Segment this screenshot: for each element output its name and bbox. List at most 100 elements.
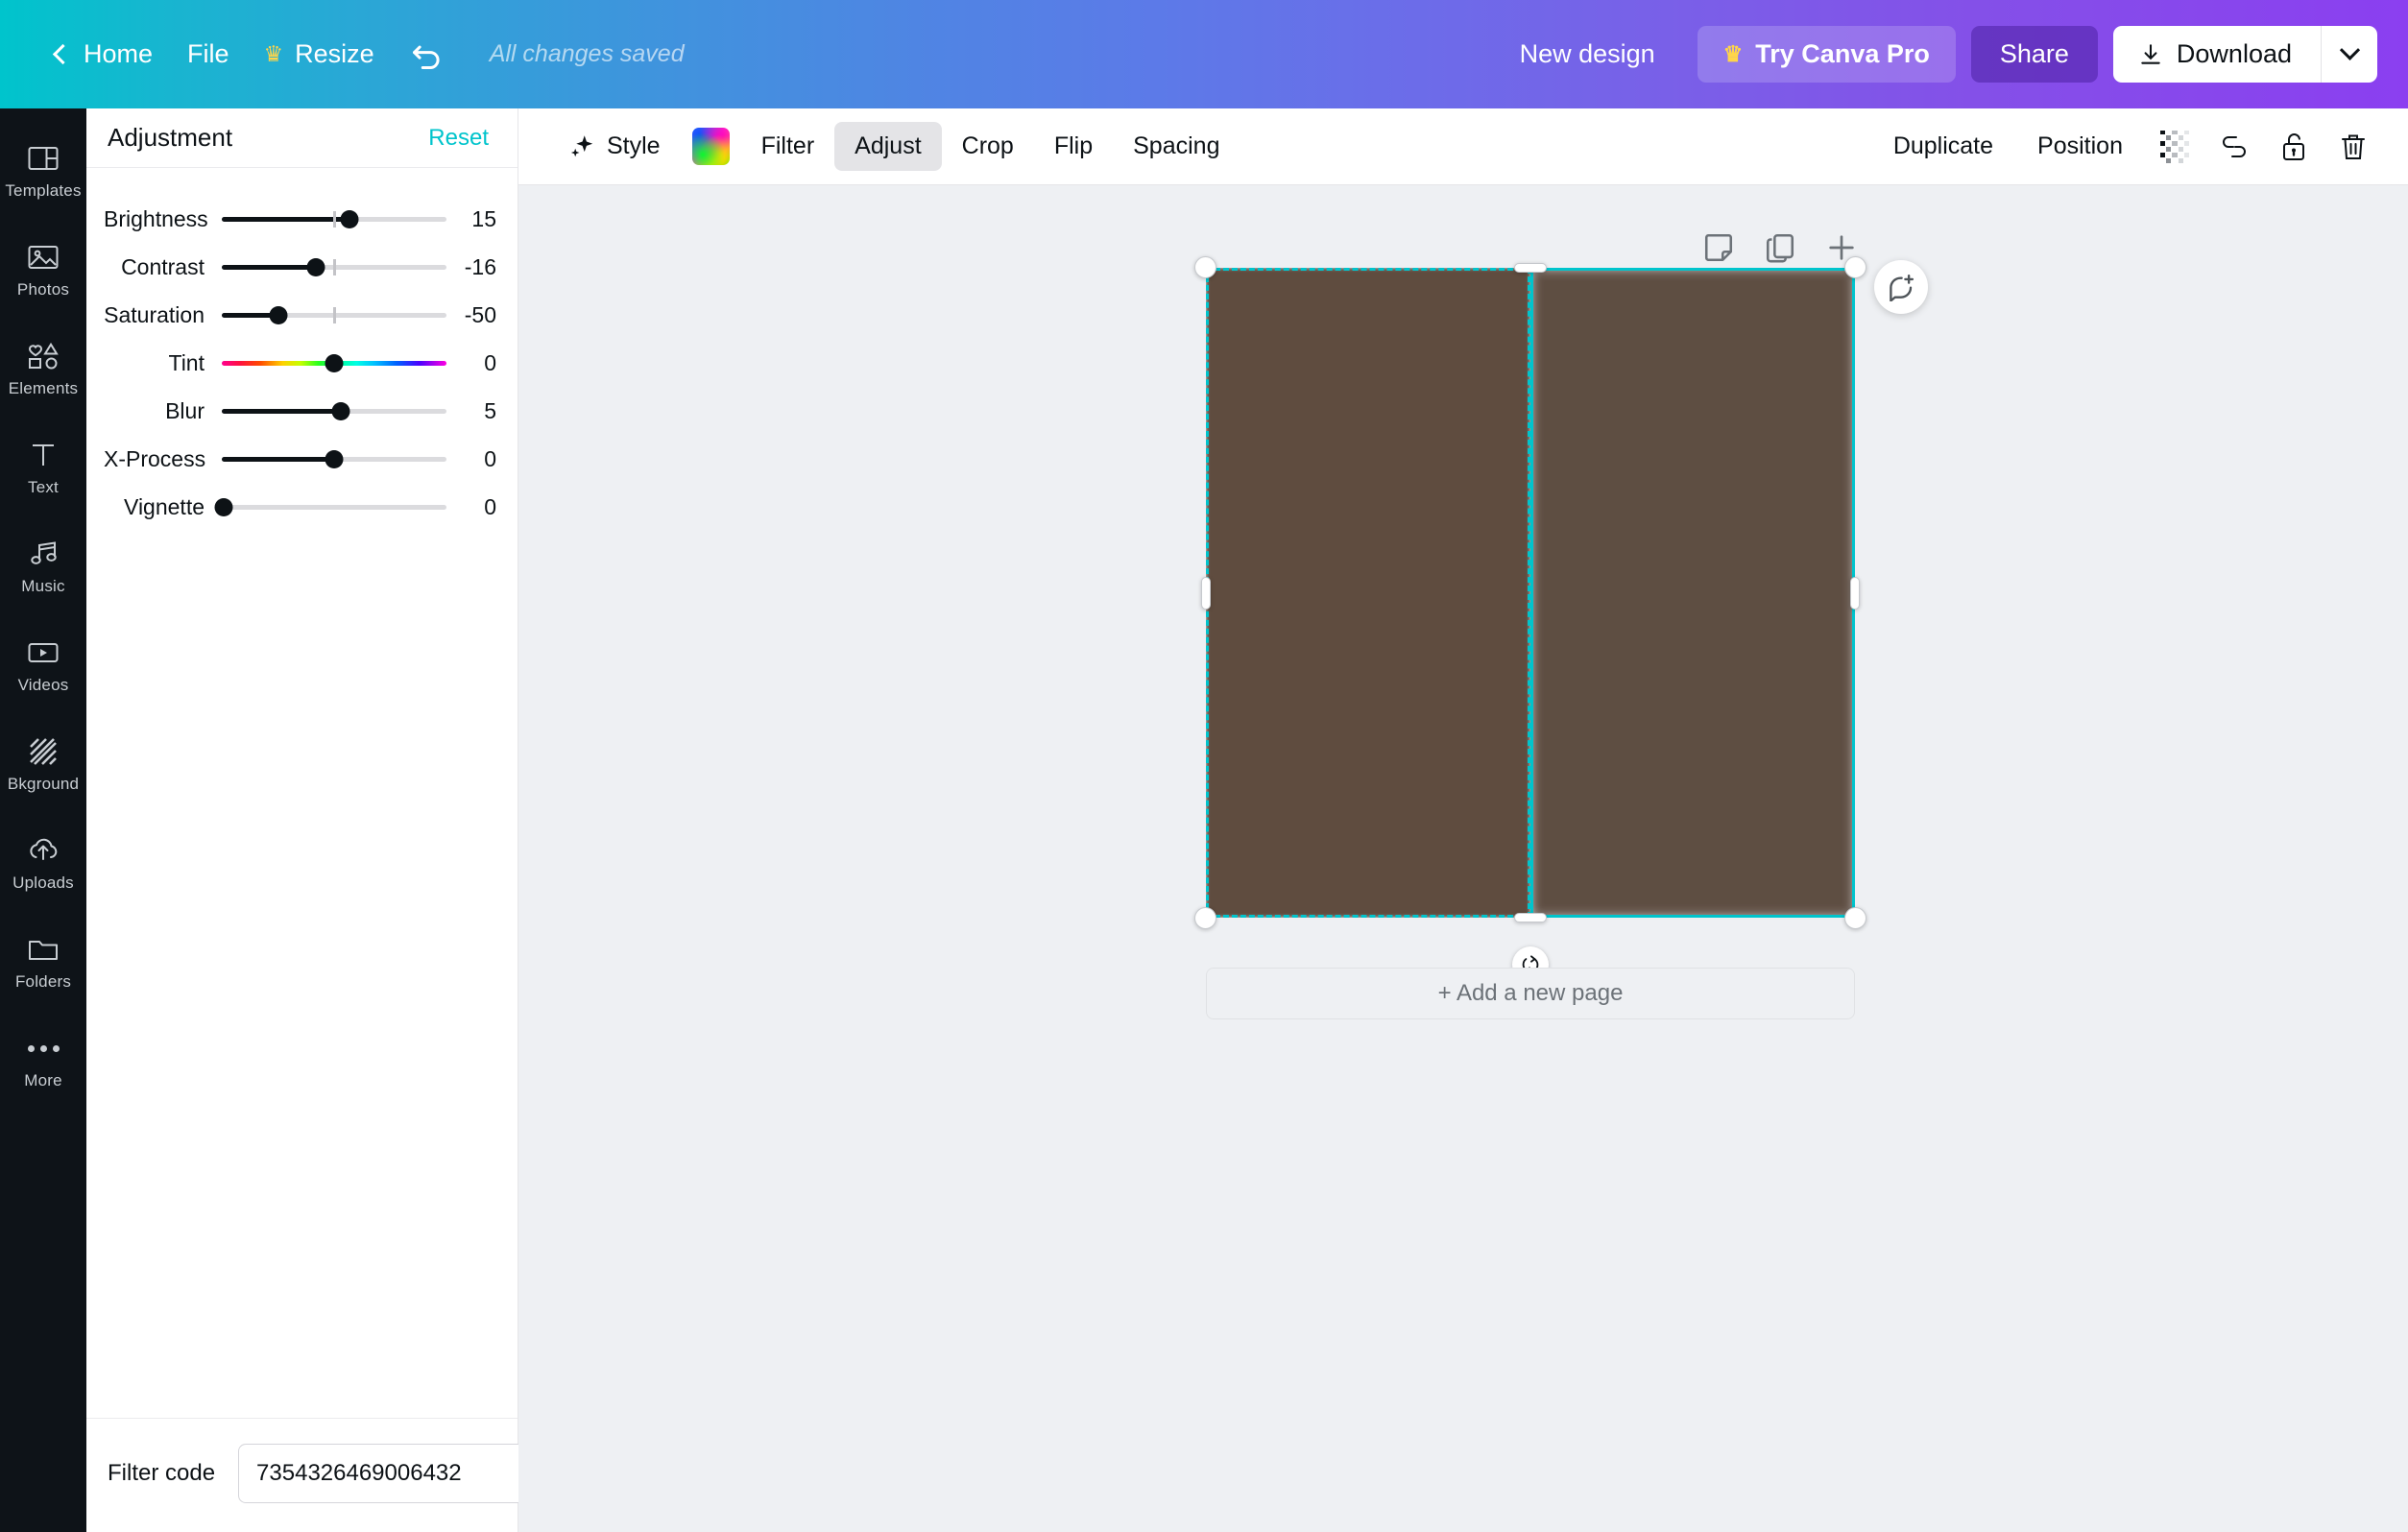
slider-fill <box>222 456 334 462</box>
tint-slider[interactable] <box>222 352 446 373</box>
transparency-checker-icon <box>2160 130 2189 163</box>
new-design-button[interactable]: New design <box>1499 28 1676 81</box>
slider-value: 5 <box>484 397 496 423</box>
slider-knob[interactable] <box>269 305 287 324</box>
home-label: Home <box>84 39 154 68</box>
contrast-slider[interactable] <box>222 256 446 277</box>
position-button[interactable]: Position <box>2017 122 2143 171</box>
page-tools <box>1702 231 1858 264</box>
slider-value: 0 <box>484 445 496 471</box>
slider-track <box>222 504 446 510</box>
slider-value: 0 <box>484 349 496 375</box>
resize-handle-bottom-right[interactable] <box>1844 907 1866 929</box>
style-label: Style <box>607 132 661 159</box>
videos-icon <box>27 636 60 669</box>
resize-handle-bottom-left[interactable] <box>1194 907 1216 929</box>
resize-handle-top[interactable] <box>1514 263 1547 273</box>
header-right-group: New design ♛ Try Canva Pro Share Downloa… <box>1499 0 2377 108</box>
sidebar-item-photos[interactable]: Photos <box>0 228 86 310</box>
sidebar-label: Videos <box>17 676 69 694</box>
slider-row-contrast: Contrast -16 <box>86 243 518 291</box>
resize-handle-top-left[interactable] <box>1194 256 1216 278</box>
resize-button[interactable]: ♛ Resize <box>247 30 392 79</box>
slider-value: 15 <box>471 205 496 231</box>
sidebar-label: Photos <box>16 280 70 299</box>
saturation-slider[interactable] <box>222 304 446 325</box>
notes-icon[interactable] <box>1702 231 1735 264</box>
file-label: File <box>187 39 229 68</box>
spacing-tab[interactable]: Spacing <box>1113 122 1240 171</box>
slider-value: -50 <box>464 301 496 327</box>
home-button[interactable]: Home <box>38 30 170 79</box>
slider-list: Brightness 15 Contrast -16 Saturation -5… <box>86 168 518 1418</box>
slider-knob[interactable] <box>325 449 344 468</box>
resize-handle-top-right[interactable] <box>1844 256 1866 278</box>
image-left[interactable] <box>1206 268 1530 918</box>
sidebar-item-elements[interactable]: Elements <box>0 327 86 409</box>
slider-knob[interactable] <box>340 209 359 228</box>
app-header: Home File ♛ Resize All changes saved New… <box>0 0 2408 108</box>
link-button[interactable] <box>2206 119 2262 175</box>
xprocess-slider[interactable] <box>222 448 446 469</box>
resize-handle-bottom[interactable] <box>1514 913 1547 922</box>
duplicate-button[interactable]: Duplicate <box>1873 122 2013 171</box>
download-button[interactable]: Download <box>2113 26 2321 83</box>
sidebar-item-uploads[interactable]: Uploads <box>0 822 86 903</box>
sidebar-item-more[interactable]: More <box>0 1019 86 1101</box>
adjust-tab[interactable]: Adjust <box>834 122 942 171</box>
try-canva-pro-button[interactable]: ♛ Try Canva Pro <box>1697 26 1956 83</box>
download-label: Download <box>2176 39 2292 68</box>
add-comment-button[interactable] <box>1874 260 1928 314</box>
file-menu-button[interactable]: File <box>170 30 247 79</box>
save-status: All changes saved <box>489 40 685 67</box>
sidebar-label: Text <box>28 478 59 496</box>
sidebar-item-bkground[interactable]: Bkground <box>0 723 86 804</box>
delete-button[interactable] <box>2325 119 2381 175</box>
trash-icon <box>2342 134 2365 159</box>
panel-header: Adjustment Reset <box>86 108 518 168</box>
coffee-beans-image <box>1530 268 1855 918</box>
slider-knob[interactable] <box>325 353 344 372</box>
vignette-slider[interactable] <box>214 496 446 517</box>
more-dots-icon <box>27 1032 60 1065</box>
sidebar-label: Uploads <box>12 874 74 892</box>
image-right[interactable] <box>1530 268 1855 918</box>
download-dropdown-button[interactable] <box>2322 26 2377 83</box>
slider-knob[interactable] <box>214 497 233 516</box>
transparency-button[interactable] <box>2147 119 2203 175</box>
resize-handle-left[interactable] <box>1201 576 1211 610</box>
slider-knob[interactable] <box>331 401 350 420</box>
sidebar-item-text[interactable]: Text <box>0 426 86 508</box>
templates-icon <box>27 142 60 175</box>
lock-button[interactable] <box>2266 119 2322 175</box>
add-comment-icon <box>1890 274 1914 301</box>
reset-button[interactable]: Reset <box>428 125 489 152</box>
slider-label: Saturation <box>104 301 205 327</box>
duplicate-page-icon[interactable] <box>1764 231 1796 264</box>
add-new-page-button[interactable]: + Add a new page <box>1206 968 1855 1019</box>
undo-button[interactable] <box>392 27 463 83</box>
selected-image-group[interactable] <box>1194 256 1928 983</box>
app-body: Templates Photos Elements Text Music Vid… <box>0 108 2408 1532</box>
sidebar-item-folders[interactable]: Folders <box>0 921 86 1002</box>
sidebar-item-templates[interactable]: Templates <box>0 130 86 211</box>
slider-row-tint: Tint 0 <box>86 339 518 387</box>
slider-fill <box>222 216 350 222</box>
pro-label: Try Canva Pro <box>1755 39 1930 68</box>
share-button[interactable]: Share <box>1970 26 2098 83</box>
crop-tab[interactable]: Crop <box>942 122 1034 171</box>
sidebar-item-videos[interactable]: Videos <box>0 624 86 706</box>
style-button[interactable]: Style <box>549 122 681 171</box>
blur-slider[interactable] <box>222 400 446 421</box>
sidebar-item-music[interactable]: Music <box>0 525 86 607</box>
rainbow-color-swatch[interactable] <box>691 128 730 165</box>
resize-handle-right[interactable] <box>1850 576 1860 610</box>
flip-tab[interactable]: Flip <box>1034 122 1113 171</box>
slider-label: Brightness <box>104 205 208 231</box>
slider-row-vignette: Vignette 0 <box>86 483 518 531</box>
brightness-slider[interactable] <box>222 208 446 229</box>
slider-knob[interactable] <box>306 257 325 276</box>
filter-tab[interactable]: Filter <box>741 122 835 171</box>
music-icon <box>27 538 60 570</box>
design-canvas[interactable]: + Add a new page <box>518 185 2408 1532</box>
